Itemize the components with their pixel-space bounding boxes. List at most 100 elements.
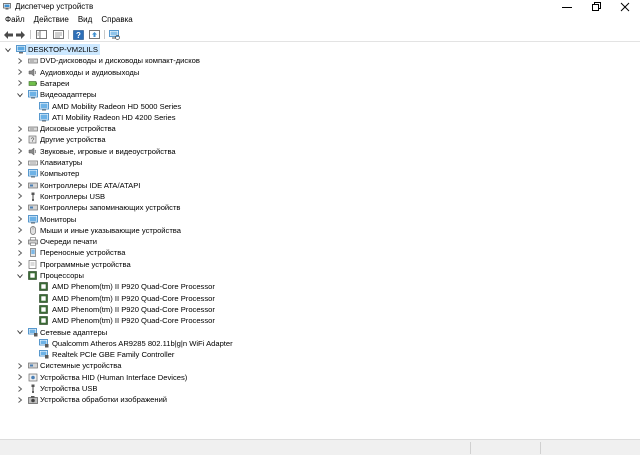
expand-arrow-icon[interactable]: [17, 385, 23, 392]
dvd-drive-icon: [28, 56, 38, 65]
computer-icon: [28, 169, 38, 178]
status-bar-divider: [470, 442, 471, 454]
tree-category[interactable]: Мониторы: [0, 214, 640, 225]
expand-arrow-icon[interactable]: [17, 204, 23, 211]
tree-category[interactable]: Процессоры: [0, 270, 640, 281]
forward-button[interactable]: [15, 29, 25, 40]
tree-category[interactable]: Контроллеры IDE ATA/ATAPI: [0, 180, 640, 191]
menu-action[interactable]: Действие: [29, 14, 73, 26]
usb-icon: [28, 192, 38, 201]
tree-category[interactable]: Контроллеры запоминающих устройств: [0, 202, 640, 213]
tree-category[interactable]: Сетевые адаптеры: [0, 327, 640, 338]
tree-category[interactable]: Устройства HID (Human Interface Devices): [0, 372, 640, 383]
expand-arrow-icon[interactable]: [17, 363, 23, 369]
tree-item-label: AMD Mobility Radeon HD 5000 Series: [52, 101, 182, 111]
close-button[interactable]: [610, 0, 640, 14]
tree-item-label: Процессоры: [40, 271, 84, 280]
menu-help[interactable]: Справка: [96, 14, 136, 26]
tree-category[interactable]: Компьютер: [0, 168, 640, 179]
tree-category[interactable]: Мыши и иные указывающие устройства: [0, 225, 640, 236]
device-tree[interactable]: DESKTOP-VM2LILS DVD-дисководы и дисководы…: [0, 44, 640, 439]
tree-item-label: Устройства HID (Human Interface Devices): [40, 372, 188, 382]
collapse-arrow-icon[interactable]: [17, 273, 23, 279]
expand-arrow-icon[interactable]: [17, 238, 23, 245]
expand-arrow-icon[interactable]: [17, 137, 23, 143]
tree-category[interactable]: Видеоадаптеры: [0, 89, 640, 100]
tree-category[interactable]: DVD-дисководы и дисководы компакт-дисков: [0, 55, 640, 66]
tree-category[interactable]: Системные устройства: [0, 360, 640, 371]
tree-device[interactable]: Realtek PCIe GBE Family Controller: [0, 349, 640, 360]
expand-arrow-icon[interactable]: [17, 250, 23, 256]
tree-category[interactable]: Аудиовходы и аудиовыходы: [0, 67, 640, 78]
driver-update-button[interactable]: [88, 29, 100, 40]
expand-arrow-icon[interactable]: [17, 261, 23, 268]
minimize-button[interactable]: [552, 0, 582, 14]
expand-arrow-icon[interactable]: [17, 374, 23, 381]
tree-root-label: DESKTOP-VM2LILS: [26, 44, 100, 55]
driver-update-icon: [88, 30, 100, 39]
svg-text:?: ?: [76, 31, 81, 40]
display-adapter-icon: [39, 101, 49, 111]
expand-arrow-icon[interactable]: [17, 193, 23, 200]
tree-category[interactable]: Батареи: [0, 78, 640, 89]
expand-arrow-icon[interactable]: [17, 216, 23, 222]
forward-icon: [15, 30, 25, 39]
tree-device[interactable]: AMD Phenom(tm) II P920 Quad-Core Process…: [0, 281, 640, 292]
tree-item-label: Другие устройства: [40, 135, 106, 145]
tree-device[interactable]: AMD Phenom(tm) II P920 Quad-Core Process…: [0, 315, 640, 326]
help-button[interactable]: ?: [72, 29, 84, 40]
expand-arrow-icon[interactable]: [17, 227, 23, 234]
tree-item-label: Контроллеры IDE ATA/ATAPI: [40, 180, 141, 190]
title-bar[interactable]: Диспетчер устройств: [0, 0, 640, 14]
usb-icon: [28, 384, 38, 393]
tree-category[interactable]: ? Другие устройства: [0, 134, 640, 145]
toolbar-separator: [104, 30, 105, 39]
properties-button[interactable]: [52, 29, 64, 40]
expand-arrow-icon[interactable]: [17, 170, 23, 177]
show-hide-console-tree-button[interactable]: [35, 29, 47, 40]
tree-item-label: AMD Phenom(tm) II P920 Quad-Core Process…: [52, 293, 215, 303]
menu-view[interactable]: Вид: [73, 14, 96, 26]
tree-device[interactable]: AMD Phenom(tm) II P920 Quad-Core Process…: [0, 293, 640, 304]
scan-hardware-button[interactable]: [108, 29, 120, 40]
mouse-icon: [28, 225, 38, 235]
processor-icon: [39, 305, 49, 314]
tree-item-label: ATI Mobility Radeon HD 4200 Series: [52, 112, 176, 122]
collapse-arrow-icon[interactable]: [17, 329, 23, 335]
processor-icon: [39, 316, 49, 325]
tree-category[interactable]: Звуковые, игровые и видеоустройства: [0, 146, 640, 157]
expand-arrow-icon[interactable]: [17, 396, 23, 403]
expand-arrow-icon[interactable]: [17, 69, 23, 75]
tree-category[interactable]: Очереди печати: [0, 236, 640, 247]
expand-arrow-icon[interactable]: [17, 57, 23, 64]
maximize-button[interactable]: [582, 0, 612, 14]
tree-device[interactable]: Qualcomm Atheros AR9285 802.11b|g|n WiFi…: [0, 338, 640, 349]
expand-arrow-icon[interactable]: [17, 182, 23, 188]
tree-category[interactable]: Переносные устройства: [0, 247, 640, 258]
tree-device[interactable]: ATI Mobility Radeon HD 4200 Series: [0, 112, 640, 123]
tree-category[interactable]: Дисковые устройства: [0, 123, 640, 134]
tree-device[interactable]: AMD Phenom(tm) II P920 Quad-Core Process…: [0, 304, 640, 315]
collapse-arrow-icon[interactable]: [5, 47, 11, 53]
tree-device[interactable]: AMD Mobility Radeon HD 5000 Series: [0, 101, 640, 112]
tree-item-label: Клавиатуры: [40, 158, 83, 167]
menu-file[interactable]: Файл: [0, 14, 29, 26]
back-button[interactable]: [3, 29, 13, 40]
collapse-arrow-icon[interactable]: [17, 92, 23, 98]
close-icon: [620, 2, 630, 12]
tree-category[interactable]: Устройства обработки изображений: [0, 394, 640, 405]
back-icon: [3, 30, 13, 39]
tree-category[interactable]: Клавиатуры: [0, 157, 640, 168]
expand-arrow-icon[interactable]: [17, 125, 23, 132]
expand-arrow-icon[interactable]: [17, 159, 23, 166]
tree-category[interactable]: Программные устройства: [0, 259, 640, 270]
tree-item-label: Мыши и иные указывающие устройства: [40, 225, 181, 235]
tree-category[interactable]: Устройства USB: [0, 383, 640, 394]
tree-root[interactable]: DESKTOP-VM2LILS: [0, 44, 640, 55]
portable-device-icon: [28, 248, 38, 258]
expand-arrow-icon[interactable]: [17, 148, 23, 155]
tree-category[interactable]: Контроллеры USB: [0, 191, 640, 202]
expand-arrow-icon[interactable]: [17, 80, 23, 87]
console-tree-icon: [35, 30, 47, 39]
disk-drive-icon: [28, 124, 38, 133]
